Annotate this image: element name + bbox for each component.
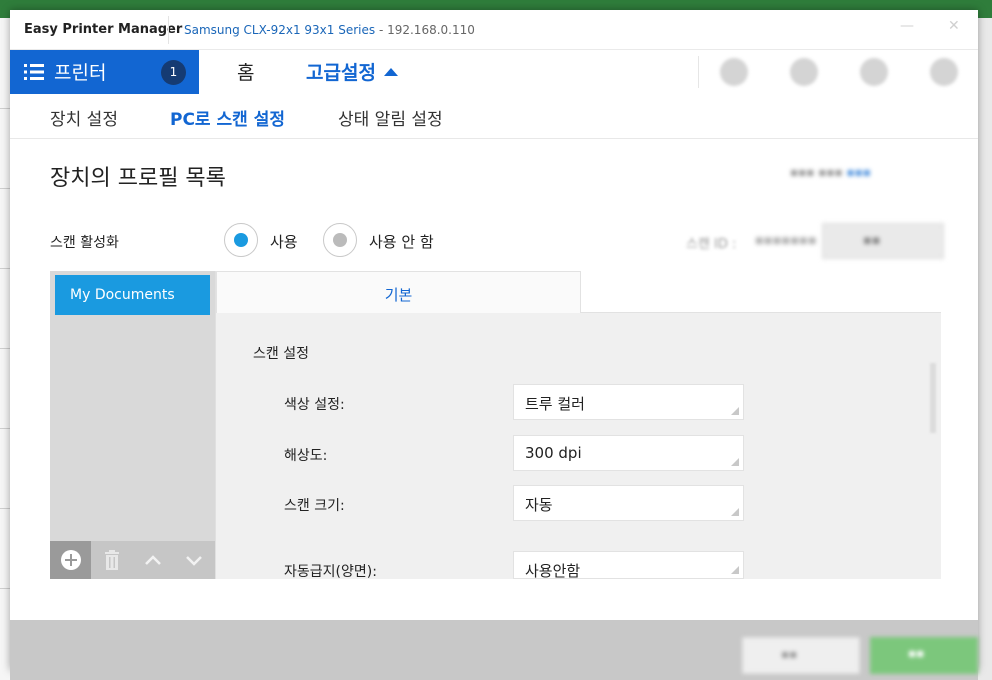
scan-id-value: ▪▪▪▪▪▪▪ — [755, 233, 817, 248]
scan-settings-form: 스캔 설정 색상 설정: 트루 컬러 해상도: 300 dpi 스캔 크기: 자… — [216, 313, 941, 580]
title-separator — [168, 16, 169, 44]
heading-right-blurred-text: ▪▪▪ ▪▪▪ — [790, 165, 847, 179]
radio-use-label: 사용 — [270, 233, 298, 251]
caret-up-icon — [383, 68, 398, 76]
page-title: 장치의 프로필 목록 — [50, 166, 226, 191]
nav-home[interactable]: 홈 — [237, 58, 254, 85]
adf-duplex-select[interactable]: 사용안함 — [513, 551, 744, 580]
scan-size-value: 자동 — [525, 496, 553, 514]
color-setting-label: 색상 설정: — [284, 397, 345, 413]
tab-device-settings[interactable]: 장치 설정 — [50, 105, 118, 130]
move-up-button[interactable] — [132, 541, 173, 579]
scan-size-label: 스캔 크기: — [284, 498, 345, 514]
device-model: Samsung CLX-92x1 93x1 Series — [184, 23, 376, 37]
dropdown-corner-icon — [731, 508, 739, 516]
toolbar-icon-2[interactable] — [860, 58, 888, 86]
background-right-strip — [978, 18, 992, 680]
scan-id-change-button[interactable]: ▪▪ — [822, 223, 944, 259]
printer-count-badge: 1 — [161, 60, 186, 85]
printer-manager-window: Easy Printer Manager Samsung CLX-92x1 93… — [10, 10, 978, 680]
device-ip: - 192.168.0.110 — [375, 23, 475, 37]
tab-scan-to-pc[interactable]: PC로 스캔 설정 — [170, 105, 285, 130]
tab-alert-settings[interactable]: 상태 알림 설정 — [338, 105, 443, 130]
cancel-button[interactable]: ▪▪ — [742, 637, 860, 674]
close-icon[interactable]: ✕ — [948, 18, 960, 34]
toolbar-icon-1[interactable] — [790, 58, 818, 86]
heading-right-links: ▪▪▪ ▪▪▪ ▪▪▪ — [790, 165, 871, 179]
toolbar-separator — [698, 56, 699, 88]
adf-duplex-value: 사용안함 — [525, 562, 581, 580]
dropdown-corner-icon — [731, 458, 739, 466]
refresh-icon[interactable] — [720, 58, 748, 86]
cancel-button-blurred-label: ▪▪ — [781, 647, 798, 661]
radio-use[interactable] — [224, 223, 258, 257]
delete-profile-button[interactable] — [91, 541, 132, 579]
resolution-select[interactable]: 300 dpi — [513, 435, 744, 471]
app-title: Easy Printer Manager — [24, 22, 183, 37]
scan-enable-label: 스캔 활성화 — [50, 235, 119, 251]
ok-button[interactable]: ▪▪ — [870, 637, 978, 674]
profile-detail-panel: 기본 스캔 설정 색상 설정: 트루 컬러 해상도: 300 dpi 스캔 크기… — [215, 271, 941, 580]
bottom-action-bar: ▪▪ ▪▪ — [10, 620, 978, 680]
title-bar: Easy Printer Manager Samsung CLX-92x1 93… — [10, 10, 978, 50]
radio-dot — [333, 233, 347, 247]
chevron-up-icon — [145, 555, 161, 565]
profile-list-toolbar — [50, 541, 215, 579]
color-setting-value: 트루 컬러 — [525, 395, 585, 413]
printer-label: 프린터 — [54, 62, 107, 84]
nav-advanced-label: 고급설정 — [306, 62, 376, 84]
dropdown-corner-icon — [731, 407, 739, 415]
minimize-icon[interactable]: — — [900, 18, 914, 34]
move-down-button[interactable] — [173, 541, 214, 579]
scan-size-select[interactable]: 자동 — [513, 485, 744, 521]
list-icon — [24, 64, 44, 80]
settings-subtabs: 장치 설정 PC로 스캔 설정 상태 알림 설정 — [10, 94, 978, 139]
trash-icon — [105, 550, 119, 570]
profile-list: My Documents — [50, 271, 215, 579]
resolution-label: 해상도: — [284, 448, 328, 464]
tab-basic[interactable]: 기본 — [216, 271, 581, 313]
dropdown-corner-icon — [731, 566, 739, 574]
profile-item[interactable]: My Documents — [55, 275, 210, 315]
ok-button-blurred-label: ▪▪ — [908, 646, 925, 660]
nav-advanced-settings[interactable]: 고급설정 — [306, 58, 398, 85]
scan-id-button-blurred-label: ▪▪ — [863, 233, 881, 248]
scan-id-label: 스캔 ID : — [686, 237, 737, 252]
add-profile-button[interactable] — [50, 541, 91, 579]
tab-bar-filler — [581, 271, 941, 313]
resolution-value: 300 dpi — [525, 444, 582, 462]
printer-list-button[interactable]: 프린터 1 — [10, 50, 199, 94]
color-setting-select[interactable]: 트루 컬러 — [513, 384, 744, 420]
heading-right-blurred-link[interactable]: ▪▪▪ — [846, 165, 870, 179]
toolbar-icon-3[interactable] — [930, 58, 958, 86]
device-name: Samsung CLX-92x1 93x1 Series - 192.168.0… — [184, 23, 475, 37]
add-icon — [61, 550, 81, 570]
chevron-down-icon — [186, 556, 202, 566]
radio-not-use-label: 사용 안 함 — [369, 233, 434, 251]
radio-not-use[interactable] — [323, 223, 357, 257]
radio-dot — [234, 233, 248, 247]
adf-duplex-label: 자동급지(양면): — [284, 564, 377, 580]
form-scrollbar[interactable] — [930, 363, 936, 433]
scan-settings-title: 스캔 설정 — [253, 346, 309, 362]
